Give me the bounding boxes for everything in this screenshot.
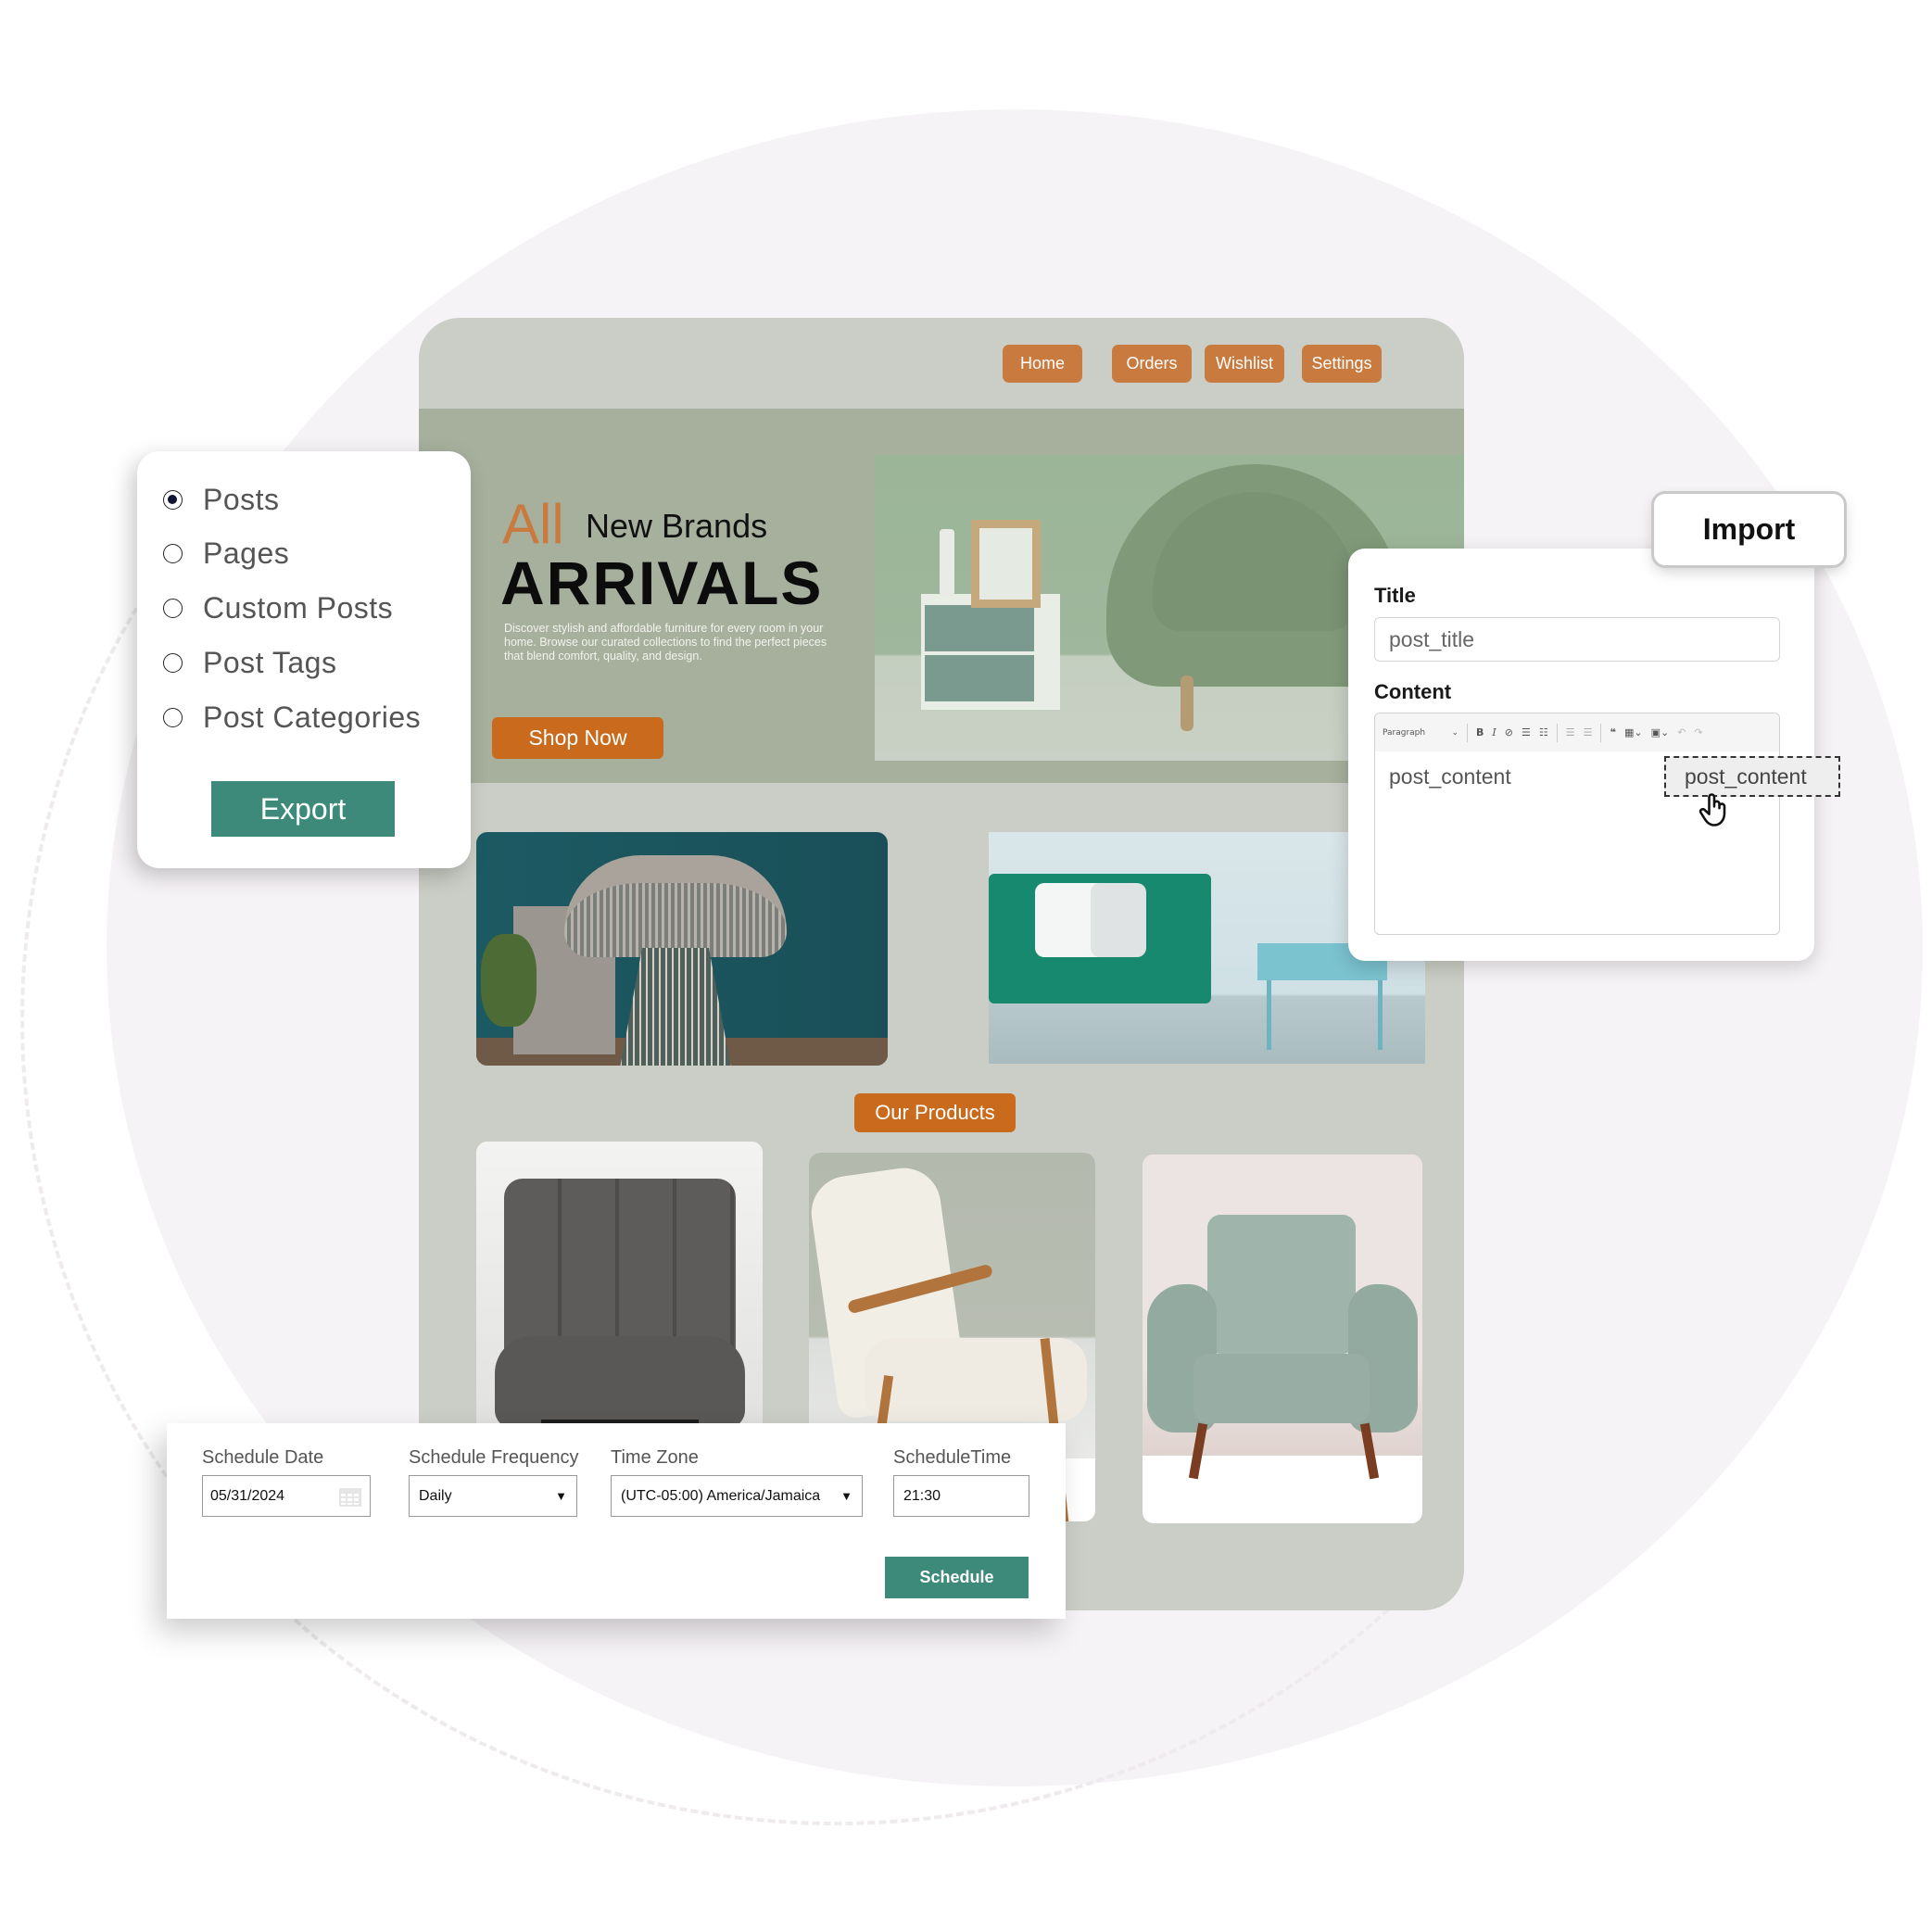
option-label: Post Categories (203, 700, 422, 734)
nav-orders[interactable]: Orders (1112, 345, 1192, 383)
nav-home[interactable]: Home (1003, 345, 1082, 383)
our-products-label[interactable]: Our Products (854, 1093, 1016, 1132)
radio-icon[interactable] (163, 708, 183, 727)
media-icon[interactable]: ▣⌄ (1651, 726, 1670, 738)
hero-subtitle: New Brands (586, 507, 768, 545)
chevron-down-icon: ▼ (555, 1489, 567, 1503)
blockquote-icon[interactable]: ❝ (1610, 726, 1615, 738)
feature-image-wire-chair (476, 832, 888, 1066)
redo-icon[interactable]: ↷ (1694, 726, 1702, 738)
shop-now-button[interactable]: Shop Now (492, 717, 663, 759)
radio-icon[interactable] (163, 599, 183, 618)
bold-icon[interactable]: B (1476, 726, 1484, 738)
radio-icon[interactable] (163, 653, 183, 673)
product-image-cream-chair (809, 1153, 1095, 1521)
product-image-mint-chair (1143, 1155, 1422, 1480)
export-option-posts[interactable]: Posts (163, 483, 280, 517)
schedule-time-label: ScheduleTime (893, 1447, 1012, 1468)
export-button[interactable]: Export (211, 781, 395, 837)
date-value: 05/31/2024 (210, 1487, 285, 1504)
chevron-down-icon: ▼ (840, 1489, 852, 1503)
calendar-icon[interactable] (338, 1487, 362, 1508)
chevron-down-icon: ⌄ (1451, 727, 1458, 738)
schedule-frequency-select[interactable]: Daily ▼ (409, 1475, 577, 1517)
editor-toolbar: Paragraph ⌄ B I ⊘ ☰ ☷ ☰ ☰ ❝ ▦⌄ ▣⌄ ↶ ↷ (1375, 713, 1779, 751)
content-label: Content (1374, 680, 1452, 703)
radio-checked-icon[interactable] (163, 490, 183, 510)
option-label: Posts (203, 483, 280, 516)
export-option-post-categories[interactable]: Post Categories (163, 700, 421, 735)
export-option-post-tags[interactable]: Post Tags (163, 646, 336, 680)
export-panel: Posts Pages Custom Posts Post Tags Post … (137, 451, 471, 868)
option-label: Post Tags (203, 646, 337, 679)
schedule-date-label: Schedule Date (202, 1447, 324, 1468)
schedule-button[interactable]: Schedule (885, 1557, 1029, 1598)
indent-icon[interactable]: ☰ (1584, 726, 1593, 738)
link-icon[interactable]: ⊘ (1505, 726, 1513, 738)
time-zone-select[interactable]: (UTC-05:00) America/Jamaica ▼ (611, 1475, 863, 1517)
title-label: Title (1374, 584, 1416, 607)
frequency-value: Daily (419, 1487, 452, 1504)
nav-wishlist[interactable]: Wishlist (1205, 345, 1284, 383)
timezone-value: (UTC-05:00) America/Jamaica (621, 1487, 821, 1504)
product-card[interactable] (1143, 1155, 1422, 1523)
format-select[interactable]: Paragraph ⌄ (1383, 728, 1458, 738)
option-label: Pages (203, 536, 290, 570)
schedule-date-input[interactable]: 05/31/2024 (202, 1475, 371, 1517)
import-panel: Title post_title Content Paragraph ⌄ B I … (1348, 549, 1814, 961)
export-option-custom-posts[interactable]: Custom Posts (163, 591, 393, 625)
schedule-frequency-label: Schedule Frequency (409, 1447, 579, 1468)
hero-accent-word: All (502, 493, 564, 555)
outdent-icon[interactable]: ☰ (1566, 726, 1575, 738)
italic-icon[interactable]: I (1492, 726, 1496, 738)
hand-pointer-icon (1698, 793, 1726, 827)
schedule-time-input[interactable]: 21:30 (893, 1475, 1029, 1517)
radio-icon[interactable] (163, 544, 183, 563)
import-button[interactable]: Import (1654, 494, 1844, 565)
option-label: Custom Posts (203, 591, 394, 625)
time-zone-label: Time Zone (611, 1447, 699, 1468)
export-option-pages[interactable]: Pages (163, 536, 289, 571)
hero-banner: All New Brands ARRIVALS Discover stylish… (419, 409, 1464, 783)
nav-settings[interactable]: Settings (1302, 345, 1382, 383)
title-input[interactable]: post_title (1374, 617, 1780, 662)
website-preview: Home Orders Wishlist Settings All New Br… (419, 318, 1464, 1610)
undo-icon[interactable]: ↶ (1677, 726, 1686, 738)
schedule-panel: Schedule Date 05/31/2024 Schedule Freque… (167, 1423, 1066, 1619)
site-nav: Home Orders Wishlist Settings (419, 318, 1464, 409)
numbered-list-icon[interactable]: ☷ (1539, 726, 1548, 738)
hero-description: Discover stylish and affordable furnitur… (504, 622, 827, 663)
hero-title: ARRIVALS (500, 549, 824, 617)
draggable-field-chip[interactable]: post_content (1664, 756, 1840, 797)
table-icon[interactable]: ▦⌄ (1624, 726, 1643, 738)
bullet-list-icon[interactable]: ☰ (1522, 726, 1531, 738)
